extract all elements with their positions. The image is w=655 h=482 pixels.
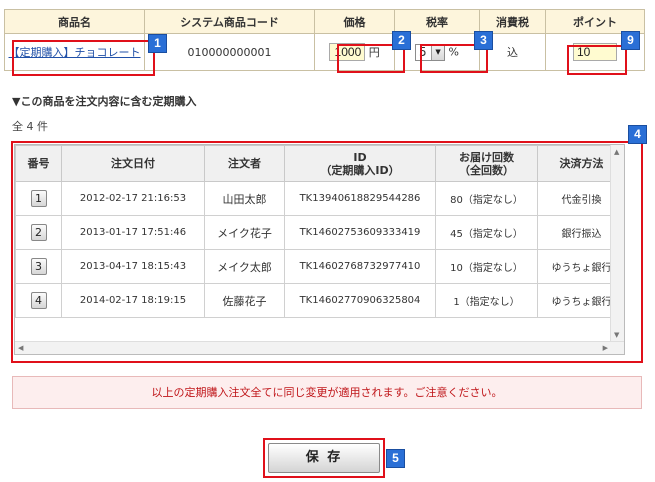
tax-unit: % [448,45,459,58]
delivery-count-cell: 80（指定なし） [435,181,538,216]
badge-4: 4 [628,125,647,144]
price-input[interactable] [329,43,366,61]
row-number-button[interactable]: 3 [30,258,47,275]
scroll-up-icon[interactable]: ▲ [614,148,619,156]
price-unit: 円 [368,46,380,59]
orderer-cell: メイク花子 [204,215,285,250]
product-table: 商品名 システム商品コード 価格 税率 消費税 ポイント 【定期購入】チョコレー… [4,9,645,71]
header-delivery-line1: お届け回数 [459,150,514,164]
scroll-left-icon[interactable]: ◀ [18,344,23,352]
delivery-count-cell: 1（指定なし） [435,283,538,318]
header-order-date: 注文日付 [61,145,205,182]
save-button[interactable]: 保 存 [268,443,380,473]
row-number-button[interactable]: 2 [30,224,47,241]
scroll-right-icon[interactable]: ▶ [603,344,608,352]
row-number-button[interactable]: 1 [30,190,47,207]
table-row: 2 2013-01-17 17:51:46 メイク花子 TK1460275360… [15,215,624,250]
section-title: ▼この商品を注文内容に含む定期購入 [12,95,197,108]
orderer-cell: 山田太郎 [204,181,285,216]
tax-rate-select[interactable]: 5 ▼ [415,43,446,61]
scroll-down-icon[interactable]: ▼ [614,331,619,339]
product-name-link[interactable]: 【定期購入】チョコレート [9,46,141,59]
header-points: ポイント [545,9,645,34]
badge-3: 3 [474,31,493,50]
badge-5: 5 [386,449,405,468]
header-delivery: お届け回数 （全回数） [435,145,538,182]
header-tax-rate: 税率 [394,9,480,34]
badge-9: 9 [621,31,640,50]
subscription-header-row: 番号 注文日付 注文者 ID （定期購入ID） お届け回数 （全回数） 決済方法 [15,145,624,182]
delivery-count-cell: 45（指定なし） [435,215,538,250]
row-number-button[interactable]: 4 [30,292,47,309]
system-code-cell: 010000000001 [144,33,315,71]
product-table-header: 商品名 システム商品コード 価格 税率 消費税 ポイント [4,9,645,34]
horizontal-scrollbar[interactable]: ◀ ▶ [15,341,624,354]
tax-rate-value: 5 [419,44,427,59]
subscription-table: 番号 注文日付 注文者 ID （定期購入ID） お届け回数 （全回数） 決済方法… [15,145,624,318]
vertical-scrollbar[interactable]: ▲ ▼ [610,145,624,342]
order-date-cell: 2012-02-17 21:16:53 [61,181,205,216]
order-date-cell: 2013-01-17 17:51:46 [61,215,205,250]
delivery-count-cell: 10（指定なし） [435,249,538,284]
header-delivery-line2: （全回数） [459,163,514,177]
badge-1: 1 [148,34,167,53]
product-row: 【定期購入】チョコレート 010000000001 円 5 ▼ % 込 [4,33,645,71]
orderer-cell: 佐藤花子 [204,283,285,318]
subscription-list-panel: 番号 注文日付 注文者 ID （定期購入ID） お届け回数 （全回数） 決済方法… [14,144,625,355]
badge-2: 2 [392,31,411,50]
header-system-code: システム商品コード [144,9,315,34]
table-row: 3 2013-04-17 18:15:43 メイク太郎 TK1460276873… [15,249,624,284]
order-date-cell: 2013-04-17 18:15:43 [61,249,205,284]
table-row: 4 2014-02-17 18:19:15 佐藤花子 TK14602770906… [15,283,624,318]
product-name-cell: 【定期購入】チョコレート [4,33,145,71]
price-cell: 円 [314,33,395,71]
points-input[interactable] [573,43,617,61]
warning-notice: 以上の定期購入注文全てに同じ変更が適用されます。ご注意ください。 [12,376,642,409]
header-id-line1: ID [353,150,367,164]
result-count: 全 4 件 [12,120,48,133]
subscription-id-cell: TK14602753609333419 [284,215,436,250]
subscription-id-cell: TK14602768732977410 [284,249,436,284]
subscription-id-cell: TK14602770906325804 [284,283,436,318]
order-date-cell: 2014-02-17 18:19:15 [61,283,205,318]
header-price: 価格 [314,9,395,34]
orderer-cell: メイク太郎 [204,249,285,284]
table-row: 1 2012-02-17 21:16:53 山田太郎 TK13940618829… [15,181,624,216]
header-no: 番号 [15,145,62,182]
header-product-name: 商品名 [4,9,145,34]
subscription-id-cell: TK13940618829544286 [284,181,436,216]
header-id: ID （定期購入ID） [284,145,436,182]
chevron-down-icon: ▼ [431,44,445,60]
header-id-line2: （定期購入ID） [320,163,400,177]
header-orderer: 注文者 [204,145,285,182]
header-consumption-tax: 消費税 [479,9,546,34]
